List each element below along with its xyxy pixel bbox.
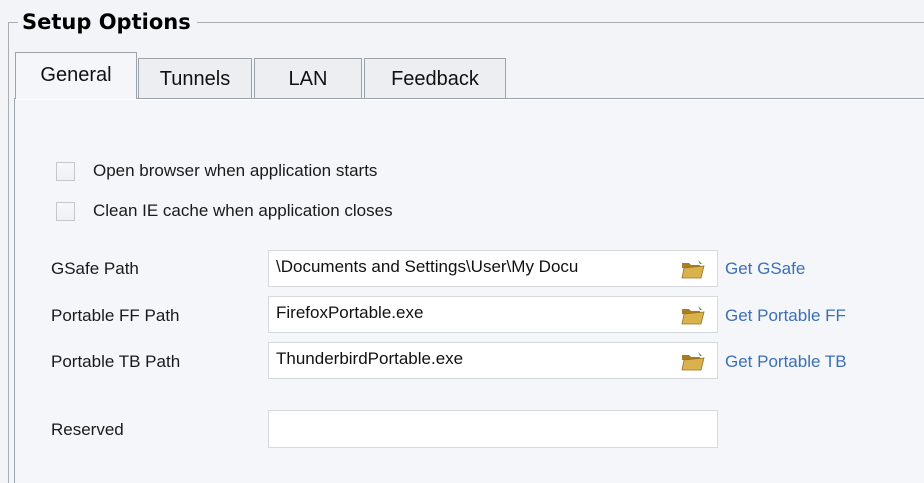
portable-tb-path-input[interactable]: ThunderbirdPortable.exe — [268, 342, 718, 379]
tab-tunnels[interactable]: Tunnels — [138, 58, 252, 98]
tab-lan[interactable]: LAN — [254, 58, 362, 98]
get-gsafe-link[interactable]: Get GSafe — [725, 259, 805, 279]
portable-ff-path-label: Portable FF Path — [51, 306, 180, 325]
gsafe-path-label: GSafe Path — [51, 259, 139, 278]
portable-ff-path-value: FirefoxPortable.exe — [276, 303, 424, 322]
option-clean-ie-cache[interactable]: Clean IE cache when application closes — [56, 199, 393, 223]
portable-tb-path-value: ThunderbirdPortable.exe — [276, 349, 464, 368]
clean-ie-cache-checkbox[interactable] — [56, 201, 75, 221]
gsafe-path-input[interactable]: \Documents and Settings\User\My Docu — [268, 250, 718, 287]
folder-open-icon[interactable] — [681, 259, 705, 279]
folder-open-icon[interactable] — [681, 305, 705, 325]
group-box-border-left — [8, 22, 9, 483]
reserved-input[interactable] — [268, 410, 718, 448]
tab-feedback[interactable]: Feedback — [364, 58, 506, 98]
gsafe-path-value: \Documents and Settings\User\My Docu — [276, 257, 579, 276]
option-open-browser[interactable]: Open browser when application starts — [56, 159, 377, 183]
open-browser-label: Open browser when application starts — [93, 161, 378, 180]
open-browser-checkbox[interactable] — [56, 161, 75, 181]
tab-general[interactable]: General — [15, 52, 137, 99]
reserved-label: Reserved — [51, 420, 124, 439]
group-box-title: Setup Options — [18, 8, 197, 36]
setup-options-window: Setup Options General Tunnels LAN Feedba… — [0, 0, 924, 483]
folder-open-icon[interactable] — [681, 351, 705, 371]
portable-ff-path-input[interactable]: FirefoxPortable.exe — [268, 296, 718, 333]
panel-highlight — [15, 99, 924, 100]
get-portable-ff-link[interactable]: Get Portable FF — [725, 306, 846, 326]
clean-ie-cache-label: Clean IE cache when application closes — [93, 201, 393, 220]
get-portable-tb-link[interactable]: Get Portable TB — [725, 352, 847, 372]
portable-tb-path-label: Portable TB Path — [51, 352, 181, 371]
